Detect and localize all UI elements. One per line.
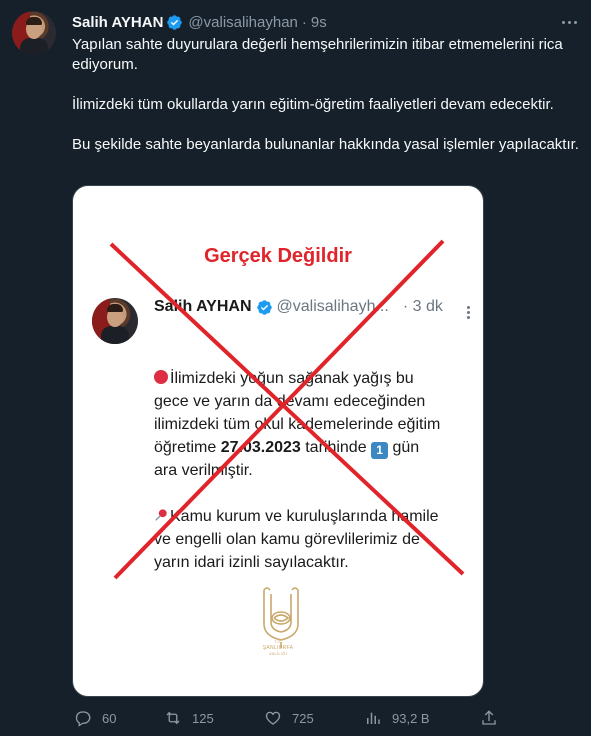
reply-icon xyxy=(75,711,91,727)
tweet[interactable]: Salih AYHAN @valisalihayhan · 9s Yapılan… xyxy=(0,0,591,736)
red-circle-icon xyxy=(154,370,168,384)
tweet-actions: 60 125 725 93,2 B xyxy=(72,708,502,728)
screenshot-line: ve engelli olan kamu görevlilerimiz de xyxy=(154,531,420,548)
share-icon xyxy=(482,710,496,725)
like-count: 725 xyxy=(292,710,314,726)
screenshot-time: · 3 dk xyxy=(403,298,443,316)
tweet-header: Salih AYHAN @valisalihayhan · 9s xyxy=(72,12,327,32)
retweet-icon xyxy=(166,711,180,725)
screenshot-line: Kamu kurum ve kuruluşlarında hamile xyxy=(154,505,479,528)
author-handle[interactable]: @valisalihayhan xyxy=(188,14,297,31)
views-count: 93,2 B xyxy=(392,710,430,726)
verified-badge-icon xyxy=(167,14,183,30)
screenshot-author-name: Salih AYHAN xyxy=(154,298,252,315)
header-separator: · xyxy=(301,13,307,31)
tweet-paragraph: İlimizdeki tüm okullarda yarın eğitim-öğ… xyxy=(72,96,554,113)
screenshot-line: gece ve yarın da devamı edeceğinden xyxy=(154,393,426,410)
more-options-icon[interactable] xyxy=(556,12,582,32)
screenshot-verified-icon xyxy=(256,299,272,315)
tweet-paragraph: Bu şekilde sahte beyanlarda bulunanlar h… xyxy=(72,136,579,153)
screenshot-date: 27.03.2023 xyxy=(220,439,301,456)
tweet-text: Yapılan sahte duyurulara değerli hemşehr… xyxy=(72,35,582,175)
screenshot-sep: · xyxy=(402,298,409,315)
logo-text-sub: VALİLİĞİ xyxy=(268,651,288,656)
screenshot-line: yarın idari izinli sayılacaktır. xyxy=(154,554,349,571)
logo-text-tc: T.C. xyxy=(274,639,282,644)
screenshot-avatar xyxy=(92,298,138,344)
screenshot-handle: @valisalihayh... xyxy=(276,298,389,315)
screenshot-text: İlimizdeki yoğun sağanak yağış bu gece v… xyxy=(154,319,479,574)
screenshot-line: ilimizdeki tüm okul kademelerinde eğitim xyxy=(154,416,441,433)
heart-icon xyxy=(265,711,281,725)
views-bar-chart-icon xyxy=(367,712,380,724)
screenshot-time-value: 3 dk xyxy=(412,298,443,315)
tweet-paragraph: Yapılan sahte duyurulara değerli hemşehr… xyxy=(72,36,563,73)
share-button[interactable] xyxy=(480,708,498,728)
reply-count: 60 xyxy=(102,710,117,726)
screenshot-line: ara verilmiştir. xyxy=(154,462,253,479)
tweet-image[interactable]: Gerçek Değildir Salih AYHAN @valisalihay… xyxy=(72,185,484,697)
fake-stamp-label: Gerçek Değildir xyxy=(204,245,352,267)
reply-button[interactable]: 60 xyxy=(74,708,116,728)
retweet-button[interactable]: 125 xyxy=(164,708,214,728)
screenshot-line: İlimizdeki yoğun sağanak yağış bu xyxy=(154,367,479,390)
screenshot-header: Salih AYHAN @valisalihayh... · 3 dk xyxy=(154,298,443,316)
screenshot-line: öğretime 27.03.2023 tarihinde 1 gün xyxy=(154,439,420,459)
author-avatar[interactable] xyxy=(12,11,56,55)
like-button[interactable]: 725 xyxy=(264,708,314,728)
tweet-timestamp[interactable]: 9s xyxy=(311,14,327,31)
author-name[interactable]: Salih AYHAN xyxy=(72,14,163,31)
keycap-one-icon: 1 xyxy=(371,442,389,459)
retweet-count: 125 xyxy=(192,710,214,726)
views-button[interactable]: 93,2 B xyxy=(364,708,430,728)
pushpin-icon xyxy=(155,509,167,521)
